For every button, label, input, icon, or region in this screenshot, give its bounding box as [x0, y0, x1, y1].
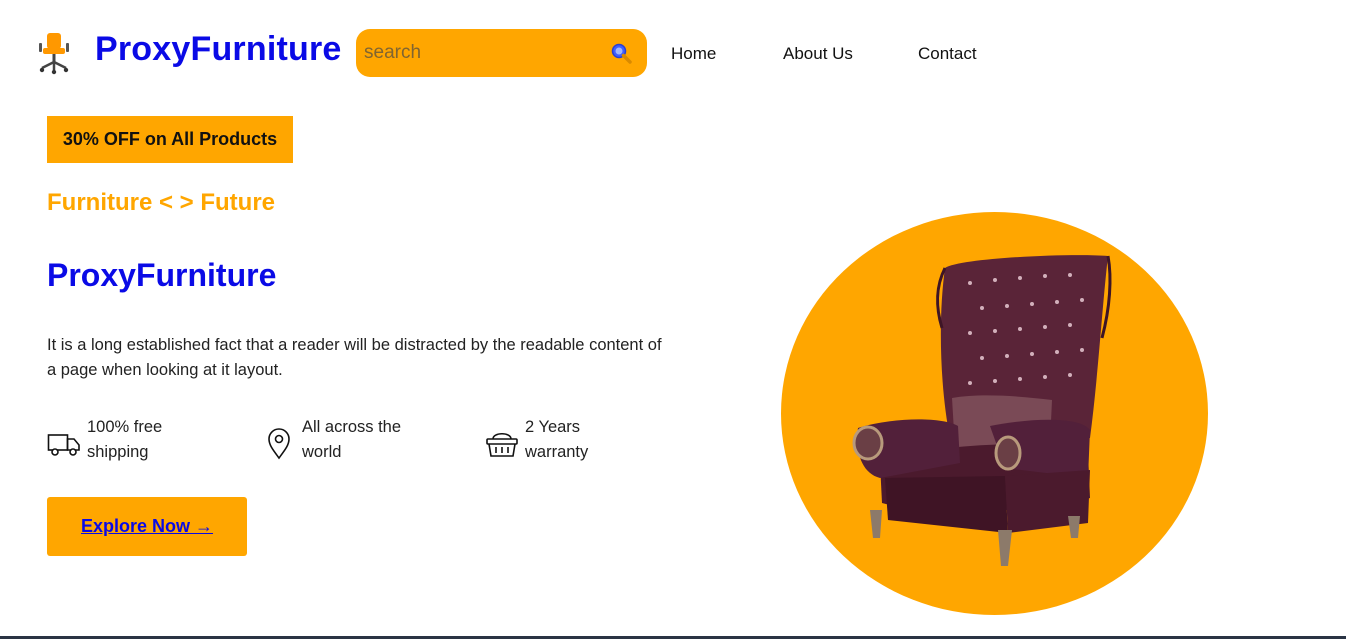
truck-icon — [47, 427, 81, 461]
nav-contact[interactable]: Contact — [918, 44, 977, 64]
armchair-image — [840, 248, 1130, 578]
feature-warranty: 2 Years warranty — [485, 415, 588, 465]
search-bar — [356, 29, 647, 77]
office-chair-icon — [36, 30, 76, 76]
feature-worldwide: All across the world — [262, 415, 401, 465]
explore-now-button[interactable]: Explore Now → — [47, 497, 247, 556]
feature-worldwide-line2: world — [302, 443, 342, 461]
explore-now-link[interactable]: Explore Now → — [81, 516, 213, 537]
hero-description: It is a long established fact that a rea… — [47, 336, 662, 379]
brand-logo[interactable] — [36, 30, 76, 76]
feature-worldwide-line1: All across the — [302, 418, 402, 436]
basket-icon — [485, 427, 519, 461]
feature-shipping: 100% free shipping — [47, 415, 162, 465]
feature-warranty-line1: 2 Years — [525, 418, 581, 436]
search-input[interactable] — [364, 42, 609, 64]
discount-badge: 30% OFF on All Products — [47, 116, 293, 163]
feature-warranty-line2: warranty — [525, 443, 589, 461]
nav-home[interactable]: Home — [671, 44, 716, 64]
hero-title: ProxyFurniture — [47, 257, 277, 293]
location-pin-icon — [262, 427, 296, 461]
hero-tagline: Furniture < > Future — [47, 189, 276, 216]
feature-shipping-line2: shipping — [87, 443, 149, 461]
magnifier-icon[interactable] — [609, 41, 633, 65]
feature-shipping-line1: 100% free — [87, 418, 163, 436]
brand-name[interactable]: ProxyFurniture — [95, 30, 342, 69]
nav-about-us[interactable]: About Us — [783, 44, 853, 64]
